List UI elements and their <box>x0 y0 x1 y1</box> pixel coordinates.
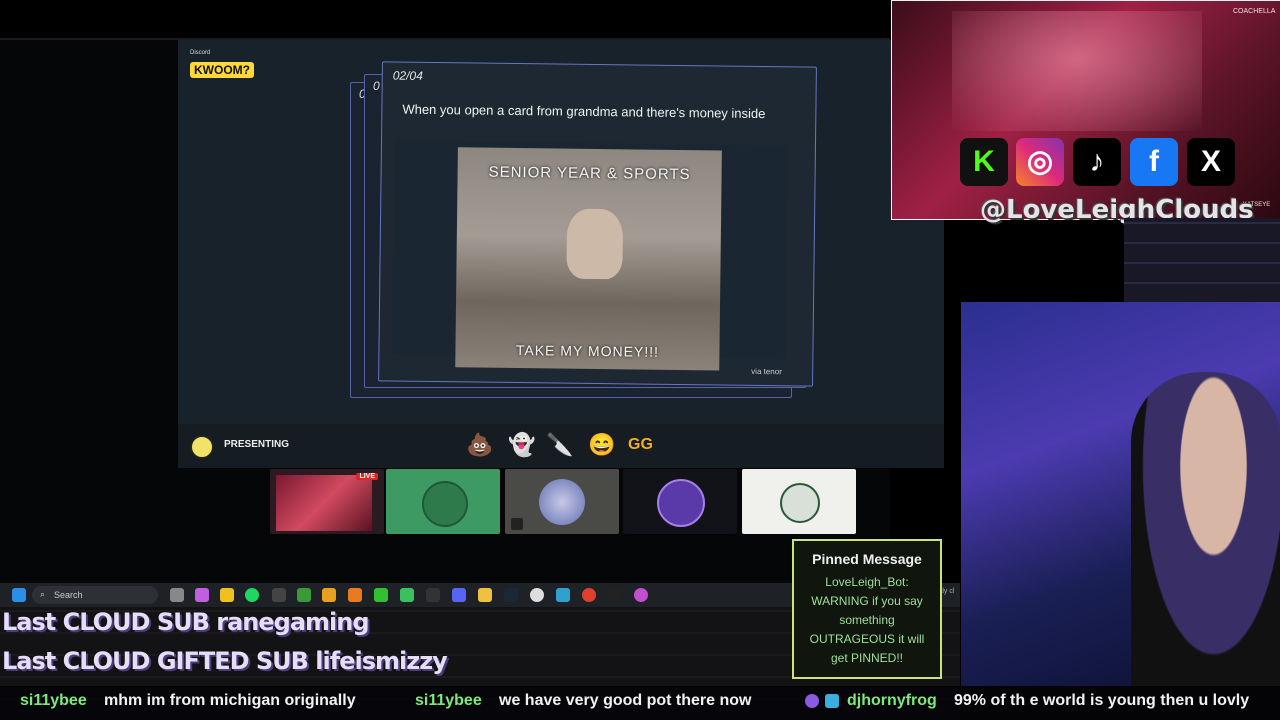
knife-reaction-button[interactable]: 🔪 <box>546 432 573 458</box>
search-icon: ⌕ <box>40 589 46 599</box>
spotify-icon[interactable] <box>245 588 259 602</box>
kick-icon: K <box>960 138 1008 186</box>
poop-reaction-button[interactable]: 💩 <box>466 432 493 458</box>
brick-background <box>1124 218 1280 302</box>
chat-username: si11ybee <box>415 692 482 709</box>
pinned-title: Pinned Message <box>812 551 922 567</box>
x-icon: X <box>1187 138 1235 186</box>
gif-frame: SENIOR YEAR & SPORTS TAKE MY MONEY!!! vi… <box>391 140 788 376</box>
discord-icon[interactable] <box>452 588 466 602</box>
game-logo: KWOOM? <box>190 62 254 78</box>
live-badge: LIVE <box>356 473 378 480</box>
laugh-reaction-button[interactable]: 😄 <box>588 432 615 458</box>
chat-message: we have very good pot there now <box>499 692 752 709</box>
presenter-avatar <box>190 435 214 459</box>
avatar <box>657 479 705 527</box>
participant-tile[interactable]: LIVE <box>270 469 384 534</box>
meme-card[interactable]: 02/04 When you open a card from grandma … <box>378 61 817 387</box>
epic-icon[interactable] <box>426 588 440 602</box>
obs-icon[interactable] <box>608 588 622 602</box>
avatar <box>780 483 820 523</box>
last-gifted-sub-label: Last CLOUD GIFTED SUB lifeismizzy <box>2 647 448 675</box>
card-counter: 02/04 <box>392 68 423 83</box>
meme-gif: SENIOR YEAR & SPORTS TAKE MY MONEY!!! <box>455 147 722 371</box>
media-icon[interactable] <box>374 588 388 602</box>
pinned-message: Pinned Message LoveLeigh_Bot: WARNING if… <box>792 539 942 679</box>
participant-tile[interactable] <box>505 469 619 534</box>
presenting-bar: PRESENTING 💩 👻 🔪 😄 GG <box>178 424 944 468</box>
windows-start-icon[interactable] <box>12 588 26 602</box>
chat-ticker: si11ybee mhm im from michigan originally… <box>0 686 1280 720</box>
badge-icon <box>825 694 839 708</box>
xbox-icon[interactable] <box>272 588 286 602</box>
last-sub-label: Last CLOUD SUB ranegaming <box>2 608 370 636</box>
preview-tag: COACHELLA <box>1233 8 1276 15</box>
steam-icon[interactable] <box>504 588 518 602</box>
discord-app-tag: Discord <box>190 50 211 56</box>
participant-tile[interactable] <box>742 469 856 534</box>
chat-message: mhm im from michigan originally <box>104 692 356 709</box>
participant-tile[interactable] <box>386 469 500 534</box>
search-placeholder: Search <box>54 590 83 600</box>
stream-thumbnail <box>276 475 372 531</box>
chat-username: djhornyfrog <box>847 692 937 709</box>
instagram-icon: ◎ <box>1016 138 1064 186</box>
ghost-reaction-button[interactable]: 👻 <box>508 432 535 458</box>
avatar <box>539 479 585 525</box>
avatar <box>422 481 468 527</box>
presenting-label: PRESENTING <box>224 439 290 450</box>
baby-figure <box>566 208 624 280</box>
card-back-counter: 0 <box>373 79 380 93</box>
chrome-icon[interactable] <box>634 588 648 602</box>
gif-bottom-text: TAKE MY MONEY!!! <box>515 342 660 360</box>
app-icon[interactable] <box>322 588 336 602</box>
autodesk-icon[interactable] <box>348 588 362 602</box>
chat-message: 99% of th e world is young then u lovly <box>954 692 1250 709</box>
copilot-icon[interactable] <box>195 588 209 602</box>
stream-preview <box>891 0 1280 220</box>
task-view-icon[interactable] <box>170 588 184 602</box>
game-icon[interactable] <box>400 588 414 602</box>
chat-username: si11ybee <box>20 692 87 709</box>
minecraft-icon[interactable] <box>297 588 311 602</box>
streamer-figure <box>1131 372 1280 686</box>
badge-icon <box>805 694 819 708</box>
participant-tile[interactable] <box>623 469 737 534</box>
app2-icon[interactable] <box>556 588 570 602</box>
muted-icon <box>511 518 523 530</box>
card-caption: When you open a card from grandma and th… <box>402 101 766 122</box>
chrome-icon[interactable] <box>582 588 596 602</box>
tiktok-icon: ♪ <box>1073 138 1121 186</box>
sticky-notes-icon[interactable] <box>220 588 234 602</box>
facebook-icon: f <box>1130 138 1178 186</box>
chrome-icon[interactable] <box>530 588 544 602</box>
file-explorer-icon[interactable] <box>478 588 492 602</box>
taskbar-search[interactable]: ⌕ Search <box>32 586 158 604</box>
gif-top-text: SENIOR YEAR & SPORTS <box>488 163 691 184</box>
pinned-body: LoveLeigh_Bot: WARNING if you say someth… <box>809 575 925 665</box>
tenor-credit: via tenor <box>751 366 782 377</box>
gg-reaction-button[interactable]: GG <box>628 436 653 454</box>
webcam-feed <box>961 302 1280 686</box>
dancers-figure <box>952 11 1202 131</box>
